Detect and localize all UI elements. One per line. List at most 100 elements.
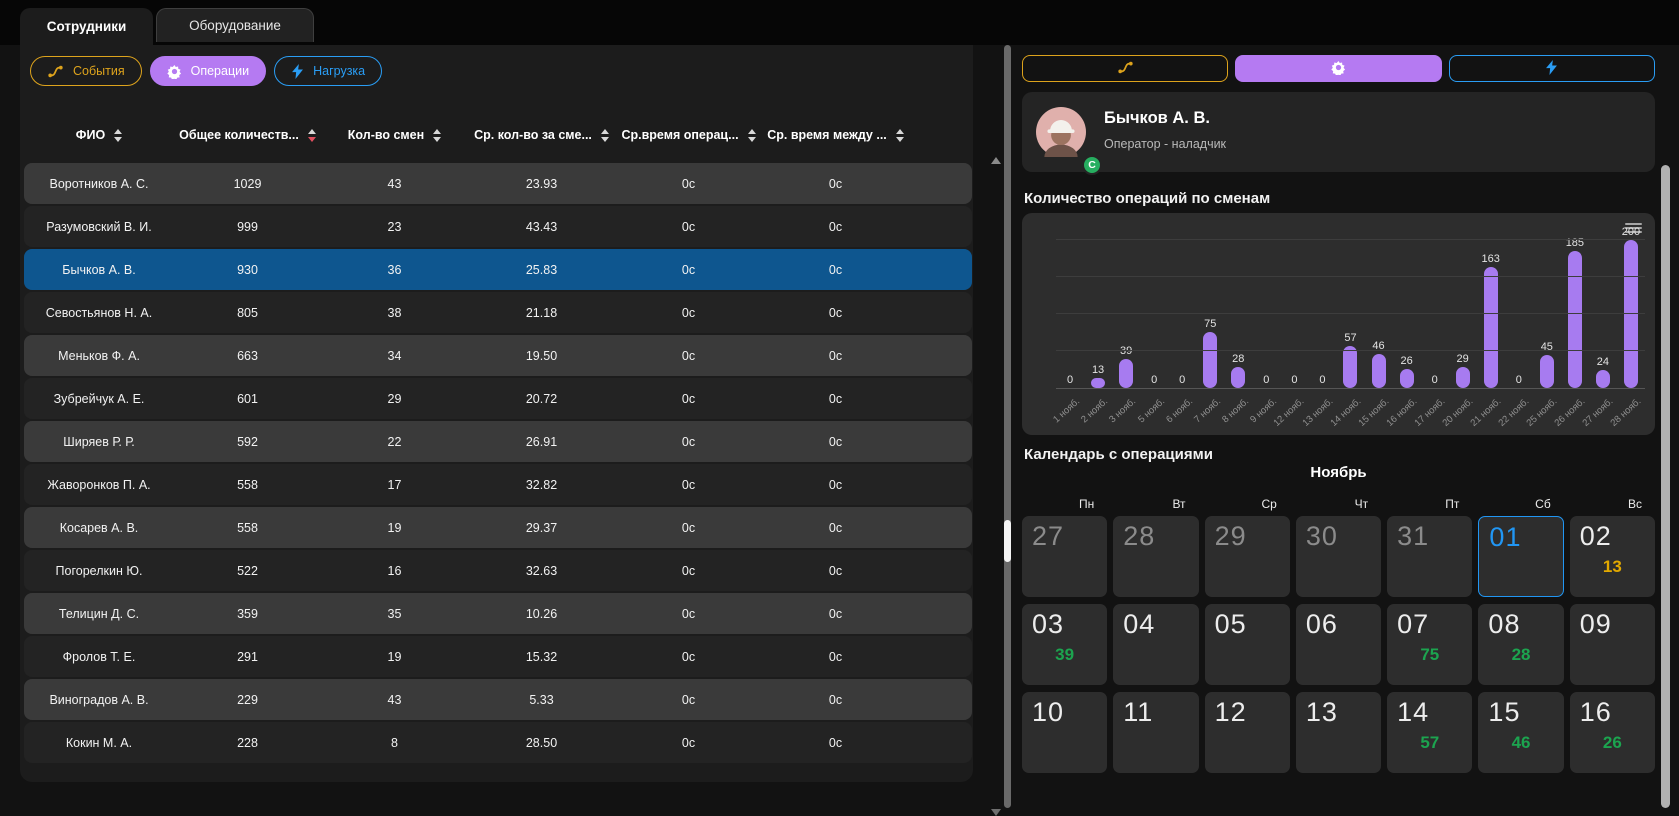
bar-slot: 0 (1252, 374, 1280, 388)
table-row[interactable]: Телицин Д. С.3593510.260с0с (24, 593, 972, 634)
table-row[interactable]: Воротников А. С.10294323.930с0с (24, 163, 972, 204)
calendar-day[interactable]: 10 (1022, 692, 1107, 773)
calendar-day[interactable]: 1457 (1387, 692, 1472, 773)
calendar-day[interactable]: 09 (1570, 604, 1655, 685)
day-number: 08 (1488, 609, 1520, 640)
table-cell: 0с (762, 650, 909, 664)
bar-value-label: 0 (1151, 374, 1157, 386)
table-cell: 38 (321, 306, 468, 320)
day-operations-count: 28 (1478, 645, 1563, 665)
table-cell: 0с (762, 220, 909, 234)
table-row[interactable]: Бычков А. В.9303625.830с0с (24, 249, 972, 290)
bolt-icon (291, 64, 304, 79)
column-header-0[interactable]: ФИО (24, 128, 174, 142)
detail-button-blue[interactable] (1449, 55, 1655, 82)
bar-value-label: 45 (1541, 341, 1553, 353)
table-row[interactable]: Севостьянов Н. А.8053821.180с0с (24, 292, 972, 333)
calendar-day[interactable]: 13 (1296, 692, 1381, 773)
x-tick-label: 6 нояб. (1164, 396, 1195, 425)
day-operations-count: 13 (1570, 557, 1655, 577)
table-cell: 25.83 (468, 263, 615, 277)
filter-button-blue[interactable]: Нагрузка (274, 56, 382, 86)
calendar-day[interactable]: 27 (1022, 516, 1107, 597)
column-header-3[interactable]: Ср. кол-во за сме... (468, 128, 615, 142)
tab-equipment[interactable]: Оборудование (156, 8, 314, 42)
table-row[interactable]: Виноградов А. В.229435.330с0с (24, 679, 972, 720)
calendar-grid: 2728293031010213033904050607750828091011… (1022, 516, 1655, 773)
detail-button-purple[interactable] (1235, 55, 1441, 82)
table-cell: Кокин М. А. (24, 736, 174, 750)
day-operations-count: 46 (1478, 733, 1563, 753)
gridline (1056, 239, 1645, 240)
calendar-day[interactable]: 01 (1478, 516, 1563, 597)
table-cell: 32.82 (468, 478, 615, 492)
table-scroll-up-icon[interactable] (991, 157, 1001, 164)
table-cell: 17 (321, 478, 468, 492)
gridline (1056, 276, 1645, 277)
calendar-day[interactable]: 0775 (1387, 604, 1472, 685)
bar-slot: 0 (1421, 374, 1449, 388)
column-header-2[interactable]: Кол-во смен (321, 128, 468, 142)
calendar-day[interactable]: 06 (1296, 604, 1381, 685)
column-header-5[interactable]: Ср. время между ... (762, 128, 909, 142)
calendar-day[interactable]: 0828 (1478, 604, 1563, 685)
calendar-day[interactable]: 04 (1113, 604, 1198, 685)
table-row[interactable]: Косарев А. В.5581929.370с0с (24, 507, 972, 548)
calendar-day[interactable]: 0213 (1570, 516, 1655, 597)
employee-role: Оператор - наладчик (1104, 137, 1226, 151)
column-header-1[interactable]: Общее количеств... (174, 128, 321, 142)
table-row[interactable]: Жаворонков П. А.5581732.820с0с (24, 464, 972, 505)
column-label: ФИО (76, 128, 105, 142)
table-cell: 229 (174, 693, 321, 707)
detail-mode-buttons (1022, 55, 1655, 82)
table-row[interactable]: Зубрейчук А. Е.6012920.720с0с (24, 378, 972, 419)
bar-value-label: 0 (1179, 374, 1185, 386)
calendar-day[interactable]: 12 (1205, 692, 1290, 773)
table-cell: 23.93 (468, 177, 615, 191)
sort-icon (601, 129, 609, 142)
calendar-day[interactable]: 29 (1205, 516, 1290, 597)
filter-buttons: События Операции Нагрузка (30, 56, 382, 86)
table-cell: 28.50 (468, 736, 615, 750)
calendar-month: Ноябрь (1022, 464, 1655, 481)
gear-icon (167, 64, 182, 79)
x-tick: 7 нояб. (1196, 391, 1224, 433)
calendar-day[interactable]: 1626 (1570, 692, 1655, 773)
table-cell: Воротников А. С. (24, 177, 174, 191)
table-row[interactable]: Разумовский В. И.9992343.430с0с (24, 206, 972, 247)
table-row[interactable]: Кокин М. А.228828.500с0с (24, 722, 972, 763)
table-cell: Севостьянов Н. А. (24, 306, 174, 320)
table-cell: 0с (762, 306, 909, 320)
bar-slot: 0 (1168, 374, 1196, 388)
filter-button-yellow[interactable]: События (30, 56, 142, 86)
panel-scrollbar-track[interactable] (1004, 45, 1011, 808)
table-cell: 0с (615, 521, 762, 535)
tab-employees[interactable]: Сотрудники (20, 8, 153, 45)
table-cell: 0с (615, 564, 762, 578)
calendar-day[interactable]: 31 (1387, 516, 1472, 597)
table-cell: 26.91 (468, 435, 615, 449)
window-scrollbar[interactable] (1661, 165, 1670, 808)
panel-scrollbar-thumb[interactable] (1004, 520, 1011, 562)
calendar-day[interactable]: 05 (1205, 604, 1290, 685)
table-cell: Жаворонков П. А. (24, 478, 174, 492)
table-scroll-down-icon[interactable] (991, 809, 1001, 816)
sort-icon (896, 129, 904, 142)
table-row[interactable]: Ширяев Р. Р.5922226.910с0с (24, 421, 972, 462)
calendar-day[interactable]: 1546 (1478, 692, 1563, 773)
table-row[interactable]: Меньков Ф. А.6633419.500с0с (24, 335, 972, 376)
detail-button-yellow[interactable] (1022, 55, 1228, 82)
table-row[interactable]: Фролов Т. Е.2911915.320с0с (24, 636, 972, 677)
calendar-day[interactable]: 28 (1113, 516, 1198, 597)
table-row[interactable]: Погорелкин Ю.5221632.630с0с (24, 550, 972, 591)
table-cell: 29.37 (468, 521, 615, 535)
column-header-4[interactable]: Ср.время операц... (615, 128, 762, 142)
filter-button-purple[interactable]: Операции (150, 56, 266, 86)
calendar-day[interactable]: 0339 (1022, 604, 1107, 685)
bar-slot: 26 (1393, 355, 1421, 388)
table-cell: 601 (174, 392, 321, 406)
calendar-day[interactable]: 30 (1296, 516, 1381, 597)
calendar-day[interactable]: 11 (1113, 692, 1198, 773)
gear-icon (1331, 60, 1346, 78)
bar (1231, 367, 1245, 388)
